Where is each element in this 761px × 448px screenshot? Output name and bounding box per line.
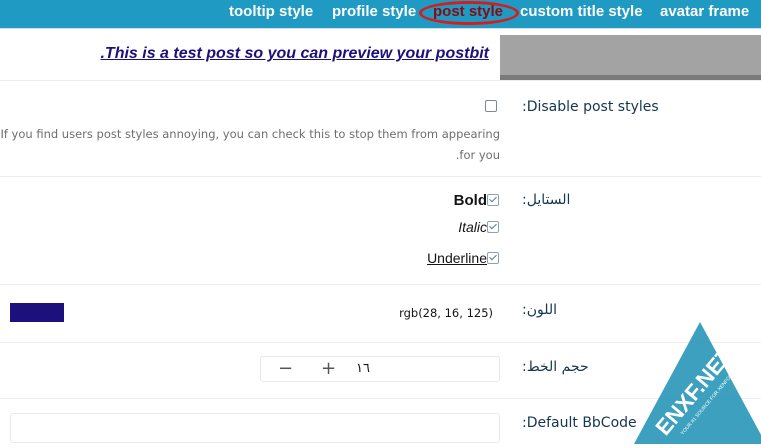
underline-option-label[interactable]: Underline: [427, 250, 487, 266]
decrement-button[interactable]: −: [278, 359, 293, 379]
color-swatch[interactable]: [10, 303, 64, 322]
enxf-watermark-logo: ENXF.NET YOUR #1 SOURCE FOR XENFORO: [634, 322, 761, 444]
tab-tooltip-style[interactable]: tooltip style: [229, 3, 313, 20]
font-size-value[interactable]: ١٦: [356, 361, 370, 376]
bold-option-label[interactable]: Bold: [454, 192, 487, 209]
divider: [0, 284, 761, 285]
increment-button[interactable]: +: [321, 359, 336, 379]
default-bbcode-input[interactable]: [10, 413, 500, 443]
preview-post-link[interactable]: .This is a test post so you can preview …: [100, 45, 489, 63]
bold-checkbox[interactable]: [487, 194, 499, 206]
disable-post-styles-hint: If you find users post styles annoying, …: [0, 127, 500, 162]
color-value: rgb(28, 16, 125): [399, 306, 493, 320]
tab-profile-style[interactable]: profile style: [332, 3, 416, 20]
font-size-label: :حجم الخط: [522, 359, 589, 375]
italic-checkbox[interactable]: [487, 221, 499, 233]
default-bbcode-label: :Default BbCode: [522, 415, 637, 431]
style-label: :الستايل: [522, 192, 571, 208]
tab-avatar-frame[interactable]: avatar frame: [660, 3, 749, 20]
font-size-stepper[interactable]: − + ١٦: [260, 356, 500, 382]
postbit-preview-block: [500, 35, 761, 81]
underline-checkbox[interactable]: [487, 252, 499, 264]
italic-option-label[interactable]: Italic: [458, 219, 487, 235]
style-tabs-bar: tooltip style profile style post style c…: [0, 0, 761, 28]
tab-post-style[interactable]: post style: [433, 3, 503, 20]
divider: [0, 28, 761, 29]
color-label: :اللون: [522, 302, 558, 318]
divider: [0, 176, 761, 177]
disable-post-styles-checkbox[interactable]: [485, 100, 497, 112]
disable-post-styles-label: :Disable post styles: [522, 99, 659, 115]
tab-custom-title-style[interactable]: custom title style: [520, 3, 643, 20]
divider: [0, 80, 761, 81]
